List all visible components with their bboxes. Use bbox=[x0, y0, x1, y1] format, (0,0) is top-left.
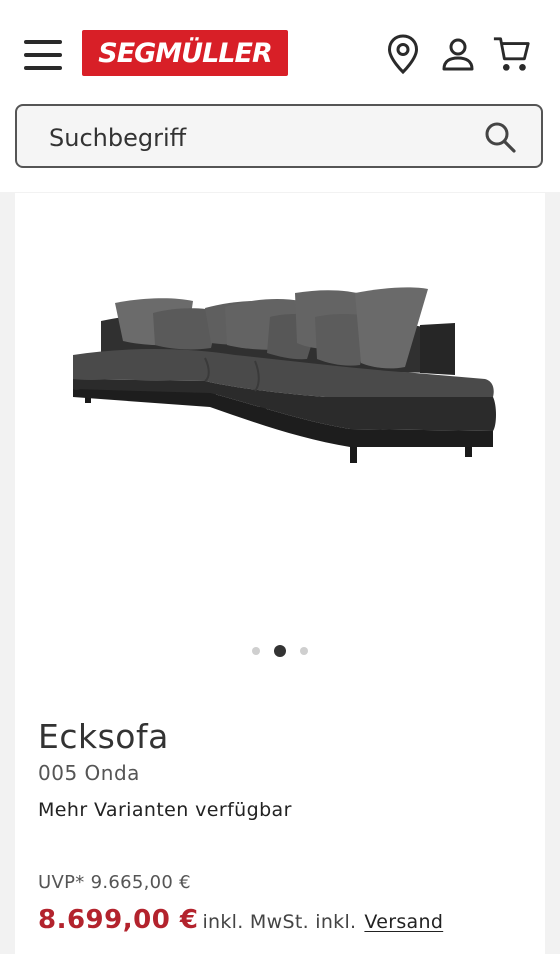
shipping-link[interactable]: Versand bbox=[364, 911, 443, 933]
carousel-dot[interactable] bbox=[252, 647, 260, 655]
uvp-price: UVP* 9.665,00 € bbox=[38, 872, 191, 893]
segmueller-logo[interactable]: SEGMÜLLER bbox=[82, 30, 288, 76]
image-carousel-indicator bbox=[15, 645, 545, 657]
search-input[interactable] bbox=[47, 118, 471, 158]
shopping-cart-icon[interactable] bbox=[492, 32, 532, 76]
carousel-dot-active[interactable] bbox=[274, 645, 286, 657]
user-icon[interactable] bbox=[438, 32, 478, 76]
product-card[interactable]: Ecksofa 005 Onda Mehr Varianten verfügba… bbox=[15, 193, 545, 954]
location-pin-icon[interactable] bbox=[383, 32, 423, 76]
price-row: 8.699,00 € inkl. MwSt. inkl. Versand bbox=[38, 905, 443, 935]
tax-note: inkl. MwSt. inkl. bbox=[202, 911, 357, 933]
search-icon[interactable] bbox=[483, 120, 517, 154]
search-bar bbox=[15, 104, 543, 168]
sale-price: 8.699,00 € bbox=[38, 905, 199, 935]
carousel-dot[interactable] bbox=[300, 647, 308, 655]
product-title[interactable]: Ecksofa bbox=[38, 717, 169, 756]
product-model: 005 Onda bbox=[38, 761, 140, 785]
corner-sofa-image[interactable] bbox=[15, 193, 545, 633]
site-header: SEGMÜLLER bbox=[0, 0, 560, 192]
hamburger-menu-icon[interactable] bbox=[22, 38, 64, 72]
variants-note: Mehr Varianten verfügbar bbox=[38, 799, 292, 821]
logo-text: SEGMÜLLER bbox=[98, 37, 272, 69]
